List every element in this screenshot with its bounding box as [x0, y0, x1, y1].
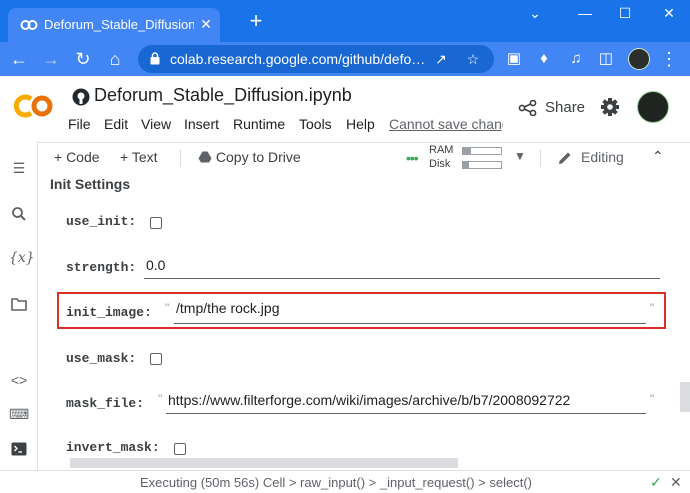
- use-init-checkbox[interactable]: [150, 217, 162, 229]
- code-snippets-icon[interactable]: <>: [9, 370, 29, 390]
- close-status-icon[interactable]: ✕: [670, 474, 682, 491]
- browser-tab[interactable]: Deforum_Stable_Diffusion.ip ✕: [8, 8, 220, 42]
- close-window-button[interactable]: ✕: [656, 4, 682, 22]
- colab-logo-icon: [13, 94, 53, 118]
- strength-label: strength:: [66, 260, 137, 275]
- gear-icon[interactable]: [600, 97, 620, 117]
- disk-usage-fill: [463, 162, 469, 168]
- collapse-header-icon[interactable]: ⌃: [652, 148, 664, 165]
- browser-titlebar: Deforum_Stable_Diffusion.ip ✕ + ⌄ — ☐ ✕: [0, 0, 690, 42]
- use-mask-checkbox[interactable]: [150, 353, 162, 365]
- execution-status: Executing (50m 56s) Cell > raw_input() >…: [140, 475, 532, 490]
- side-panel-icon[interactable]: ◫: [596, 49, 616, 69]
- share-button[interactable]: Share: [545, 99, 585, 116]
- add-code-button[interactable]: + Code: [54, 149, 100, 165]
- editing-mode-button[interactable]: Editing: [581, 149, 624, 165]
- table-of-contents-icon[interactable]: ☰: [9, 158, 29, 178]
- bookmark-star-icon[interactable]: ☆: [464, 50, 482, 68]
- add-text-button[interactable]: + Text: [120, 149, 158, 165]
- menu-edit[interactable]: Edit: [104, 116, 128, 132]
- runtime-status-dots-icon: •••: [406, 150, 419, 166]
- account-avatar[interactable]: [637, 91, 669, 123]
- resources-dropdown-icon[interactable]: ▼: [514, 149, 526, 163]
- invert-mask-checkbox[interactable]: [174, 443, 186, 455]
- tab-title: Deforum_Stable_Diffusion.ip: [44, 17, 194, 32]
- puzzle-icon[interactable]: ♦: [534, 49, 554, 69]
- browser-menu-icon[interactable]: ⋮: [660, 48, 678, 70]
- use-mask-label: use_mask:: [66, 351, 137, 366]
- new-tab-button[interactable]: +: [246, 10, 266, 32]
- terminal-icon[interactable]: [9, 439, 29, 459]
- menu-tools[interactable]: Tools: [299, 116, 332, 132]
- browser-toolbar: ← → ↻ ⌂ colab.research.google.com/github…: [0, 42, 690, 76]
- check-icon: ✓: [650, 474, 662, 490]
- colab-header: Deforum_Stable_Diffusion.ipynb File Edit…: [0, 76, 690, 142]
- toolbar-divider: [540, 149, 541, 167]
- status-bar: Executing (50m 56s) Cell > raw_input() >…: [0, 470, 690, 493]
- section-title: Init Settings: [50, 176, 131, 192]
- extension-icon[interactable]: ▣: [504, 49, 524, 69]
- strength-input[interactable]: 0.0: [144, 257, 660, 279]
- share-icon[interactable]: [518, 100, 538, 116]
- notebook-title[interactable]: Deforum_Stable_Diffusion.ipynb: [94, 85, 352, 106]
- tab-search-icon[interactable]: ⌄: [522, 4, 548, 22]
- ram-usage-fill: [463, 148, 471, 154]
- use-init-label: use_init:: [66, 214, 137, 229]
- mask-file-input[interactable]: https://www.filterforge.com/wiki/images/…: [166, 392, 646, 414]
- ram-label: RAM: [429, 144, 454, 156]
- copy-to-drive-button[interactable]: Copy to Drive: [198, 149, 301, 165]
- folder-icon[interactable]: [9, 294, 29, 314]
- back-icon[interactable]: ←: [8, 48, 30, 70]
- menu-runtime[interactable]: Runtime: [233, 116, 285, 132]
- variables-icon[interactable]: {x}: [9, 248, 35, 268]
- disk-usage-bar[interactable]: [462, 161, 502, 169]
- invert-mask-label: invert_mask:: [66, 440, 160, 455]
- horizontal-scrollbar[interactable]: [70, 458, 458, 468]
- string-quote-open: ": [158, 392, 163, 406]
- profile-avatar[interactable]: [628, 48, 650, 70]
- tab-close-icon[interactable]: ✕: [197, 15, 215, 33]
- minimize-button[interactable]: —: [572, 4, 598, 22]
- menu-insert[interactable]: Insert: [184, 116, 219, 132]
- forward-icon[interactable]: →: [40, 48, 62, 70]
- init-image-highlight-box: [57, 292, 666, 329]
- menu-file[interactable]: File: [68, 116, 91, 132]
- left-sidebar: ☰ {x} <> ⌨: [0, 142, 38, 470]
- github-icon: [72, 88, 90, 106]
- string-quote-close: ": [650, 392, 655, 406]
- colab-favicon-icon: [20, 20, 38, 30]
- reload-icon[interactable]: ↻: [72, 48, 94, 70]
- home-icon[interactable]: ⌂: [104, 48, 126, 70]
- url-text[interactable]: colab.research.google.com/github/defo…: [170, 51, 438, 67]
- cannot-save-link[interactable]: Cannot save chang: [389, 116, 503, 132]
- search-icon[interactable]: [9, 204, 29, 224]
- vertical-scrollbar[interactable]: [680, 382, 690, 412]
- drive-icon: [198, 151, 212, 163]
- disk-label: Disk: [429, 158, 451, 170]
- ram-usage-bar[interactable]: [462, 147, 502, 155]
- pencil-icon: [559, 152, 571, 164]
- command-palette-icon[interactable]: ⌨: [9, 404, 29, 424]
- share-page-icon[interactable]: ↗: [432, 50, 450, 68]
- media-control-icon[interactable]: ♫: [566, 49, 586, 69]
- menu-view[interactable]: View: [141, 116, 171, 132]
- notebook-toolbar: + Code + Text Copy to Drive ••• RAM Disk…: [38, 142, 690, 172]
- mask-file-label: mask_file:: [66, 396, 145, 411]
- address-bar[interactable]: colab.research.google.com/github/defo… ↗…: [138, 45, 494, 73]
- menu-help[interactable]: Help: [346, 116, 375, 132]
- maximize-button[interactable]: ☐: [612, 4, 638, 22]
- copy-to-drive-label: Copy to Drive: [215, 149, 301, 165]
- toolbar-divider: [180, 149, 181, 167]
- lock-icon: [150, 52, 160, 65]
